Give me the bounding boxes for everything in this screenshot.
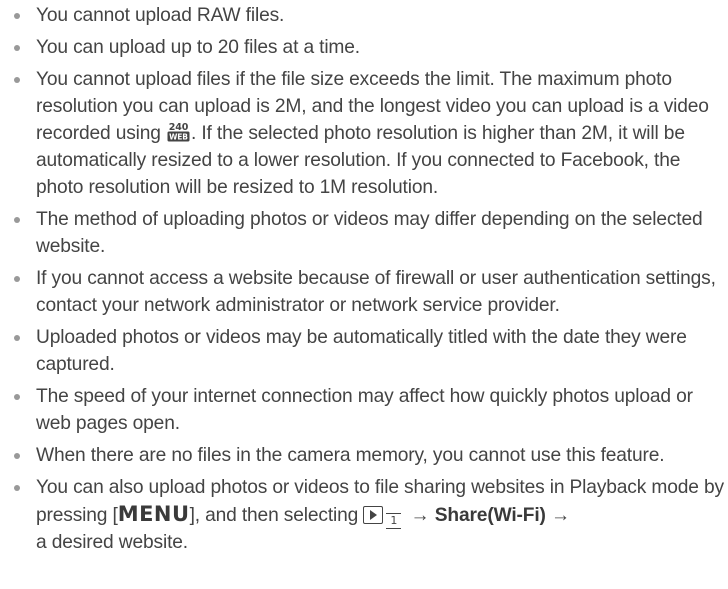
bullet-icon bbox=[14, 276, 20, 282]
bullet-icon bbox=[14, 77, 20, 83]
playback-icon bbox=[363, 506, 384, 524]
list-item: If you cannot access a website because o… bbox=[14, 265, 726, 319]
list-item: You cannot upload RAW files. bbox=[14, 2, 726, 29]
note-text: The method of uploading photos or videos… bbox=[36, 209, 703, 257]
arrow-text: → bbox=[405, 505, 435, 526]
icon-text-240: 240 bbox=[169, 122, 189, 133]
list-item: You can upload up to 20 files at a time. bbox=[14, 34, 726, 61]
list-item: Uploaded photos or videos may be automat… bbox=[14, 324, 726, 378]
note-text: a desired website. bbox=[36, 532, 188, 553]
list-item: The method of uploading photos or videos… bbox=[14, 206, 726, 260]
bullet-icon bbox=[14, 453, 20, 459]
note-text: When there are no files in the camera me… bbox=[36, 445, 665, 466]
bullet-icon bbox=[14, 13, 20, 19]
note-text: The speed of your internet connection ma… bbox=[36, 386, 693, 434]
note-text: You can upload up to 20 files at a time. bbox=[36, 37, 360, 58]
arrow-text: → bbox=[545, 505, 570, 526]
note-text: Uploaded photos or videos may be automat… bbox=[36, 327, 687, 375]
note-text: ], and then selecting bbox=[189, 505, 364, 526]
icon-text-web: WEB bbox=[169, 133, 188, 142]
bullet-icon bbox=[14, 335, 20, 341]
share-wifi-option: Share(Wi-Fi) bbox=[434, 505, 546, 526]
video-240-web-icon: 240 WEB bbox=[167, 122, 190, 142]
list-item: You cannot upload files if the file size… bbox=[14, 66, 726, 201]
list-item: You can also upload photos or videos to … bbox=[14, 474, 726, 556]
note-text: You cannot upload RAW files. bbox=[36, 5, 285, 26]
bullet-icon bbox=[14, 394, 20, 400]
list-item: The speed of your internet connection ma… bbox=[14, 383, 726, 437]
note-text: If you cannot access a website because o… bbox=[36, 268, 716, 316]
list-item: When there are no files in the camera me… bbox=[14, 442, 726, 469]
bullet-icon bbox=[14, 485, 20, 491]
bullet-icon bbox=[14, 45, 20, 51]
bullet-icon bbox=[14, 217, 20, 223]
tab-number-icon: 1 bbox=[386, 513, 402, 529]
notes-bullet-list: You cannot upload RAW files. You can upl… bbox=[14, 2, 726, 561]
menu-key-label: MENU bbox=[117, 502, 190, 526]
